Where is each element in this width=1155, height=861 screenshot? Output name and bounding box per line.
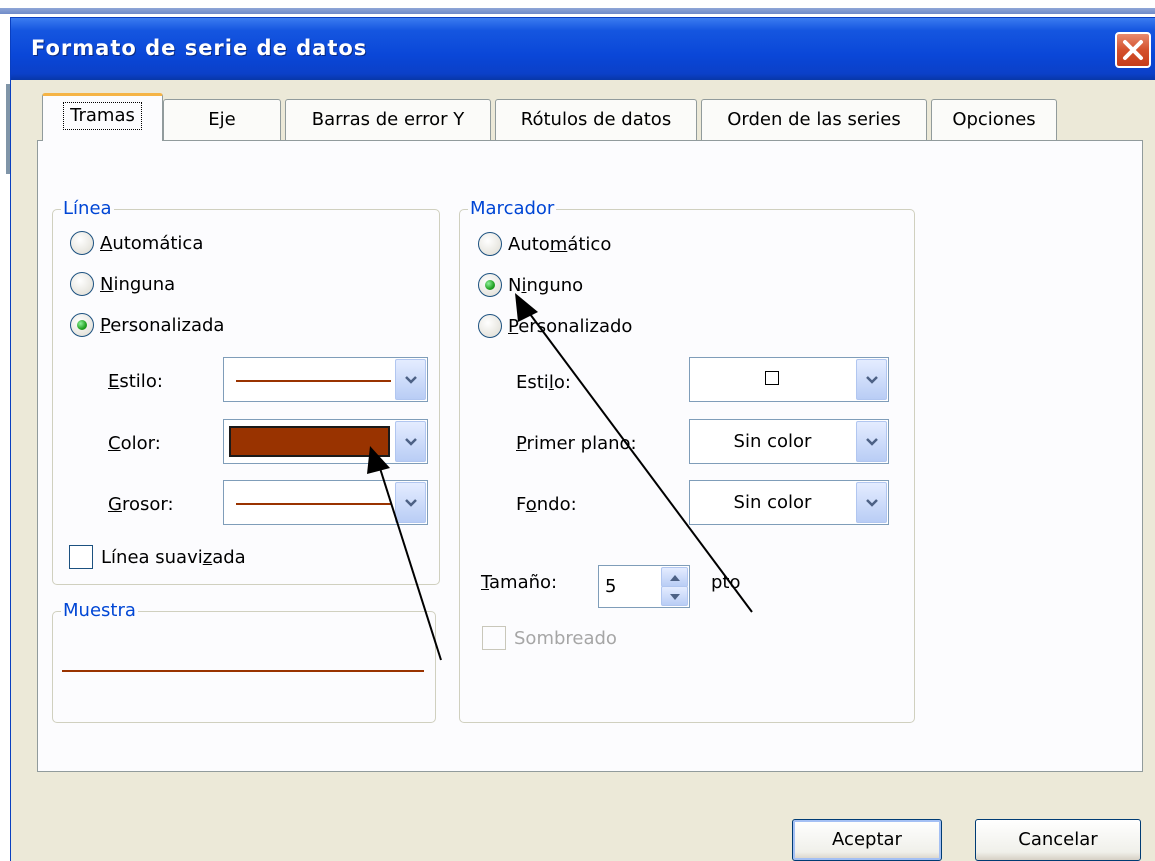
linea-suavizada-label: Línea suavizada	[101, 547, 246, 568]
line-style-preview	[236, 380, 391, 382]
line-weight-preview	[236, 503, 391, 505]
linea-group-title: Línea	[61, 198, 114, 220]
linea-color-select[interactable]	[223, 419, 428, 464]
chevron-down-icon	[405, 376, 417, 384]
radio-marcador-personalizado-label: Personalizado	[508, 315, 633, 337]
tab-eje-label: Eje	[208, 109, 236, 130]
marcador-tamano-spinner[interactable]: 5	[598, 565, 690, 608]
linea-grosor-select[interactable]	[223, 480, 428, 525]
linea-grosor-label: Grosor:	[108, 494, 174, 515]
spin-up-button[interactable]	[661, 567, 688, 587]
tab-rotulos-datos[interactable]: Rótulos de datos	[495, 99, 697, 140]
marcador-group-title: Marcador	[468, 198, 557, 220]
radio-linea-automatica-label: Automática	[100, 232, 204, 254]
tab-opciones[interactable]: Opciones	[931, 99, 1057, 140]
sombreado-label: Sombreado	[514, 628, 617, 649]
fondo-value: Sin color	[733, 492, 812, 513]
chevron-down-icon	[405, 499, 417, 507]
close-button[interactable]	[1115, 32, 1151, 68]
marcador-fondo-select[interactable]: Sin color	[689, 480, 889, 525]
muestra-sample-line	[62, 670, 424, 672]
cancelar-button-label: Cancelar	[1018, 829, 1098, 850]
sombreado-checkbox[interactable]	[482, 626, 506, 650]
chevron-down-icon	[866, 376, 878, 384]
desktop-top-strip	[0, 0, 1155, 14]
radio-button[interactable]	[70, 231, 94, 255]
linea-color-label: Color:	[108, 433, 161, 454]
chevron-down-icon	[405, 438, 417, 446]
marcador-estilo-select[interactable]	[689, 357, 889, 402]
triangle-up-icon	[670, 575, 680, 581]
primer-plano-value: Sin color	[733, 431, 812, 452]
square-marker-icon	[765, 371, 779, 385]
radio-marcador-ninguno-label: Ninguno	[508, 274, 584, 296]
radio-linea-ninguna[interactable]: Ninguna	[70, 271, 175, 297]
radio-button[interactable]	[478, 232, 502, 256]
radio-linea-personalizada[interactable]: Personalizada	[70, 312, 224, 338]
desktop-taskbar-edge	[0, 8, 1155, 14]
window-title: Formato de serie de datos	[31, 36, 368, 60]
tab-rotulos-datos-label: Rótulos de datos	[520, 109, 672, 130]
dropdown-button[interactable]	[395, 482, 426, 523]
tab-tramas[interactable]: Tramas	[42, 93, 163, 141]
dropdown-button[interactable]	[856, 482, 887, 523]
tab-orden-series[interactable]: Orden de las series	[701, 99, 927, 140]
dropdown-button[interactable]	[395, 421, 426, 462]
radio-button[interactable]	[478, 314, 502, 338]
tab-barras-error-label: Barras de error Y	[311, 109, 465, 130]
muestra-group-title: Muestra	[61, 600, 138, 622]
tab-barras-error[interactable]: Barras de error Y	[285, 99, 491, 140]
aceptar-button-label: Aceptar	[832, 829, 902, 850]
chevron-down-icon	[866, 438, 878, 446]
aceptar-button[interactable]: Aceptar	[792, 819, 942, 861]
linea-estilo-label: Estilo:	[108, 371, 163, 392]
dropdown-button[interactable]	[856, 421, 887, 462]
marcador-primer-plano-select[interactable]: Sin color	[689, 419, 889, 464]
title-bar[interactable]: Formato de serie de datos	[11, 18, 1155, 80]
radio-marcador-automatico-label: Automático	[508, 233, 612, 255]
radio-linea-personalizada-label: Personalizada	[100, 314, 225, 336]
cancelar-button[interactable]: Cancelar	[975, 819, 1141, 861]
radio-marcador-automatico[interactable]: Automático	[478, 231, 611, 257]
marcador-tamano-label: Tamaño:	[481, 572, 558, 593]
radio-button-selected[interactable]	[70, 313, 94, 337]
tamano-value: 5	[605, 576, 617, 597]
linea-suavizada-checkbox[interactable]	[69, 545, 93, 569]
dropdown-button[interactable]	[395, 359, 426, 400]
triangle-down-icon	[670, 594, 680, 600]
tamano-unit: pto	[711, 572, 741, 593]
radio-button[interactable]	[70, 272, 94, 296]
radio-marcador-ninguno[interactable]: Ninguno	[478, 272, 583, 298]
radio-linea-automatica[interactable]: Automática	[70, 230, 203, 256]
tab-opciones-label: Opciones	[952, 109, 1036, 130]
radio-linea-ninguna-label: Ninguna	[100, 273, 176, 295]
muestra-group: Muestra	[52, 600, 436, 723]
tab-tramas-label: Tramas	[63, 102, 142, 130]
tab-orden-series-label: Orden de las series	[727, 109, 901, 130]
chevron-down-icon	[866, 499, 878, 507]
spin-down-button[interactable]	[661, 586, 688, 606]
marcador-estilo-label: Estilo:	[516, 372, 571, 393]
marcador-fondo-label: Fondo:	[516, 494, 577, 515]
close-x-icon	[1123, 40, 1143, 60]
radio-marcador-personalizado[interactable]: Personalizado	[478, 313, 632, 339]
color-swatch	[229, 426, 390, 457]
marcador-primer-plano-label: Primer plano:	[516, 433, 637, 454]
tab-eje[interactable]: Eje	[163, 99, 281, 140]
radio-button-selected[interactable]	[478, 273, 502, 297]
dropdown-button[interactable]	[856, 359, 887, 400]
linea-estilo-select[interactable]	[223, 357, 428, 402]
